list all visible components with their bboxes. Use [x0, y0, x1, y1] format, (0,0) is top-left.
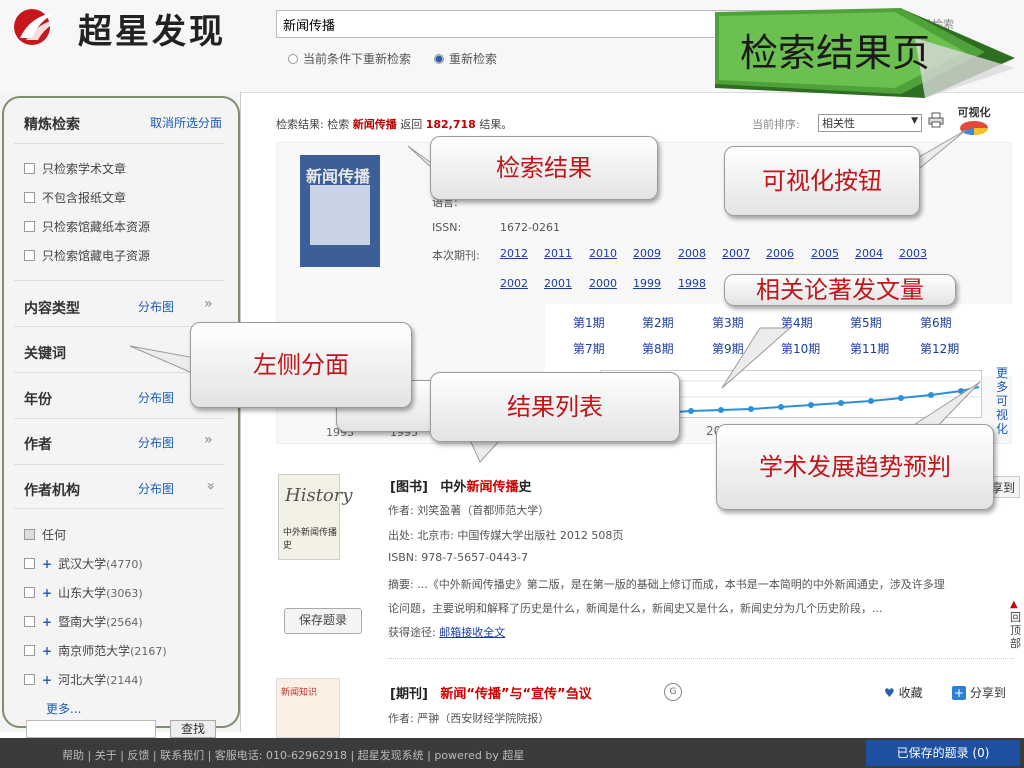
callout-search-results: 检索结果	[430, 136, 658, 200]
callout-trend: 学术发展趋势预判	[716, 424, 994, 510]
callout-result-list: 结果列表	[430, 372, 680, 442]
callout-left-facet: 左侧分面	[190, 322, 412, 408]
callout-viz-button: 可视化按钮	[724, 146, 920, 216]
callout-related-output: 相关论著发文量	[724, 274, 956, 306]
saved-records-button[interactable]: 已保存的题录 (0)	[866, 740, 1020, 766]
footer-links[interactable]: 帮助 | 关于 | 反馈 | 联系我们 | 客服电话: 010-62962918…	[62, 747, 524, 763]
